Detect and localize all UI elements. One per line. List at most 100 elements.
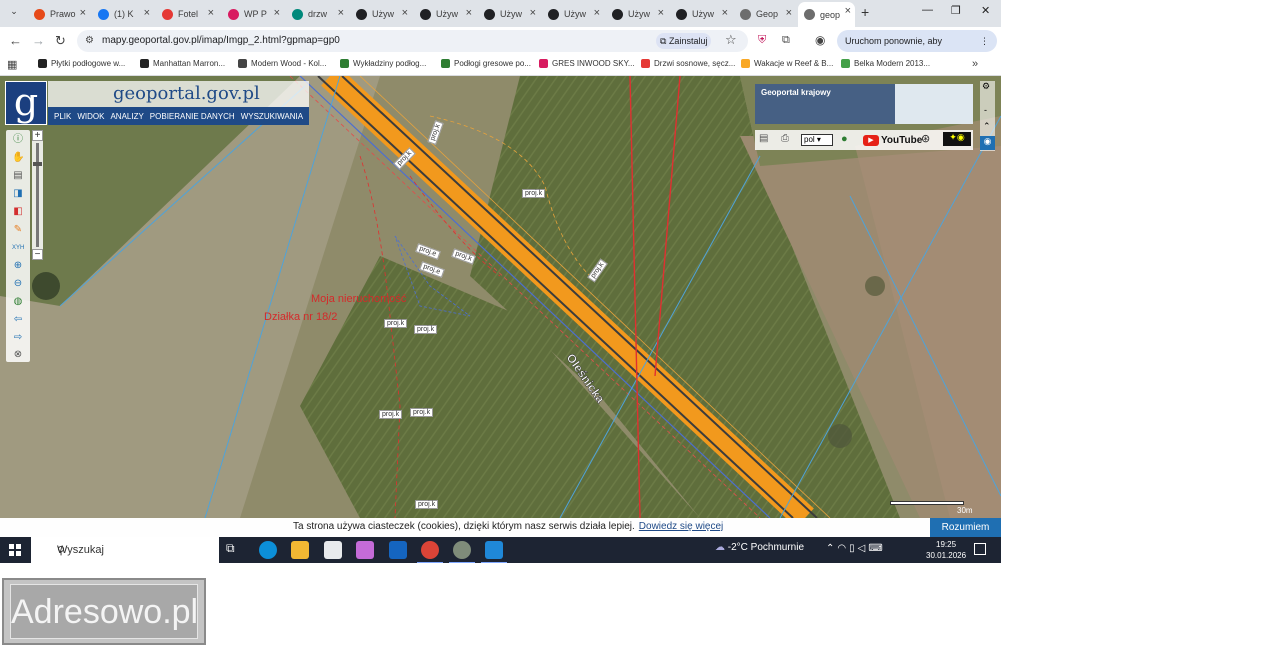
- bookmark-item[interactable]: Belka Modern 2013...: [841, 59, 930, 68]
- system-tray[interactable]: ⌃◠▯◁⌨: [826, 543, 886, 554]
- tab-close-icon[interactable]: ×: [144, 7, 150, 19]
- select-area-icon[interactable]: ◨: [12, 188, 24, 200]
- tab-close-icon[interactable]: ×: [845, 5, 851, 17]
- legend-icon[interactable]: ▤: [759, 133, 768, 144]
- profile-icon[interactable]: ◉: [815, 33, 825, 47]
- next-view-icon[interactable]: ⇨: [12, 332, 24, 344]
- tab-10[interactable]: Używ ×: [670, 4, 732, 24]
- cookie-more-link[interactable]: Dowiedz się więcej: [639, 521, 723, 532]
- accessibility-icon[interactable]: ⊛: [921, 132, 930, 145]
- tab-close-icon[interactable]: ×: [274, 7, 280, 19]
- tab-search-icon[interactable]: ⌄: [6, 6, 22, 21]
- bookmark-item[interactable]: Podłogi gresowe po...: [441, 59, 531, 68]
- bookmark-item[interactable]: Drzwi sosnowe, sęcz...: [641, 59, 735, 68]
- tray-chevron-icon[interactable]: ⌃: [826, 543, 837, 554]
- pan-hand-icon[interactable]: ✋: [12, 152, 24, 164]
- pencil-icon[interactable]: ✎: [12, 224, 24, 236]
- youtube-link[interactable]: ▶ YouTube: [863, 133, 922, 147]
- install-button[interactable]: ⧉ Zainstaluj: [656, 33, 712, 49]
- tab-6[interactable]: Używ ×: [414, 4, 476, 24]
- tab-2[interactable]: Fotel ×: [156, 4, 218, 24]
- extension-shield-icon[interactable]: ⛨: [758, 34, 766, 47]
- photos-icon[interactable]: [481, 541, 507, 563]
- tab-1[interactable]: (1) K ×: [92, 4, 154, 24]
- overview-map[interactable]: Geoportal krajowy: [755, 84, 973, 124]
- tab-close-icon[interactable]: ×: [786, 7, 792, 19]
- tab-12[interactable]: geop ×: [798, 2, 855, 27]
- extensions-icon[interactable]: ⧉: [782, 34, 790, 47]
- notifications-icon[interactable]: [974, 543, 986, 555]
- cookie-accept-button[interactable]: Rozumiem: [930, 518, 1001, 537]
- bookmark-item[interactable]: Wakacje w Reef & B...: [741, 59, 833, 68]
- printer-icon[interactable]: ⎙: [781, 133, 789, 144]
- tab-8[interactable]: Używ ×: [542, 4, 604, 24]
- office-icon[interactable]: [356, 541, 374, 559]
- menu-item-0[interactable]: PLIK: [54, 112, 71, 121]
- tab-close-icon[interactable]: ×: [208, 7, 214, 19]
- chrome-icon[interactable]: [417, 541, 443, 563]
- zoom-track[interactable]: [36, 143, 39, 247]
- bookmark-item[interactable]: Płytki podłogowe w...: [38, 59, 125, 68]
- print-icon[interactable]: ▤: [12, 170, 24, 182]
- contrast-icon[interactable]: ✦◉: [943, 132, 971, 146]
- zoom-in-icon[interactable]: ⊕: [12, 260, 24, 272]
- volume-icon[interactable]: ◁: [858, 543, 869, 554]
- tab-7[interactable]: Używ ×: [478, 4, 540, 24]
- clock[interactable]: 19:25 30.01.2026: [926, 539, 966, 561]
- menu-item-4[interactable]: WYSZUKIWANIA: [241, 112, 303, 121]
- task-view-icon[interactable]: ⧉: [226, 541, 244, 559]
- app-icon[interactable]: [449, 541, 475, 563]
- outlook-icon[interactable]: [389, 541, 407, 559]
- reset-view-icon[interactable]: ⊗: [12, 349, 24, 361]
- globe-icon[interactable]: ◍: [12, 296, 24, 308]
- new-tab-icon[interactable]: +: [861, 4, 873, 20]
- back-icon[interactable]: ←: [9, 33, 22, 48]
- bookmark-star-icon[interactable]: ☆: [725, 32, 737, 48]
- relaunch-button[interactable]: Uruchom ponownie, aby zaktualizować⋮: [837, 30, 997, 68]
- edge-icon[interactable]: [259, 541, 277, 559]
- zoom-slider[interactable]: + −: [32, 130, 43, 260]
- tab-close-icon[interactable]: ×: [80, 7, 86, 19]
- geoportal-logo[interactable]: g: [5, 81, 47, 125]
- delete-selection-icon[interactable]: ◧: [12, 206, 24, 218]
- arrow-icon[interactable]: ⌃: [983, 121, 991, 132]
- eye-icon[interactable]: ◉: [980, 136, 995, 150]
- menu-item-2[interactable]: ANALIZY: [110, 112, 143, 121]
- zoom-minus-button[interactable]: −: [32, 249, 43, 260]
- forward-icon[interactable]: →: [32, 33, 45, 48]
- site-info-icon[interactable]: ⚙: [85, 35, 94, 46]
- tab-close-icon[interactable]: ×: [338, 7, 344, 19]
- tab-0[interactable]: Prawo ×: [28, 4, 90, 24]
- minimize-icon[interactable]: —: [922, 4, 933, 16]
- menu-item-3[interactable]: POBIERANIE DANYCH: [150, 112, 235, 121]
- language-select[interactable]: pol ▾: [801, 134, 833, 146]
- tab-close-icon[interactable]: ×: [530, 7, 536, 19]
- zoom-plus-button[interactable]: +: [32, 130, 43, 141]
- apps-grid-icon[interactable]: ▦: [7, 58, 17, 71]
- bookmark-item[interactable]: GRES INWOOD SKY...: [539, 59, 635, 68]
- zoom-thumb[interactable]: [33, 162, 42, 166]
- close-window-icon[interactable]: ✕: [981, 4, 990, 17]
- tab-close-icon[interactable]: ×: [722, 7, 728, 19]
- bookmark-item[interactable]: Manhattan Marron...: [140, 59, 225, 68]
- file-explorer-icon[interactable]: [291, 541, 309, 559]
- zoom-out-icon[interactable]: ⊖: [12, 278, 24, 290]
- overview-thumbnail[interactable]: [895, 84, 973, 124]
- map-viewport[interactable]: g geoportal.gov.pl PLIK WIDOK ANALIZY POBIE…: [0, 76, 1001, 518]
- tab-4[interactable]: drzw ×: [286, 4, 348, 24]
- previous-view-icon[interactable]: ⇦: [12, 314, 24, 326]
- more-bookmarks-icon[interactable]: »: [972, 58, 978, 70]
- tab-5[interactable]: Używ ×: [350, 4, 412, 24]
- weather-widget[interactable]: ☁ -2°C Pochmurnie: [715, 542, 804, 553]
- bookmark-item[interactable]: Wykładziny podłog...: [340, 59, 426, 68]
- info-icon[interactable]: ⓘ: [12, 134, 24, 146]
- measure-icon[interactable]: XYH: [12, 242, 24, 254]
- reload-icon[interactable]: ↻: [55, 33, 66, 49]
- start-menu-icon[interactable]: [9, 544, 21, 556]
- wifi-icon[interactable]: ◠: [837, 543, 849, 554]
- address-bar[interactable]: ⚙ mapy.geoportal.gov.pl/imap/Imgp_2.html…: [77, 30, 748, 52]
- collapse-icon[interactable]: -: [984, 105, 987, 115]
- layers-icon[interactable]: ⚙: [982, 81, 990, 92]
- store-icon[interactable]: [324, 541, 342, 559]
- tab-3[interactable]: WP P ×: [222, 4, 284, 24]
